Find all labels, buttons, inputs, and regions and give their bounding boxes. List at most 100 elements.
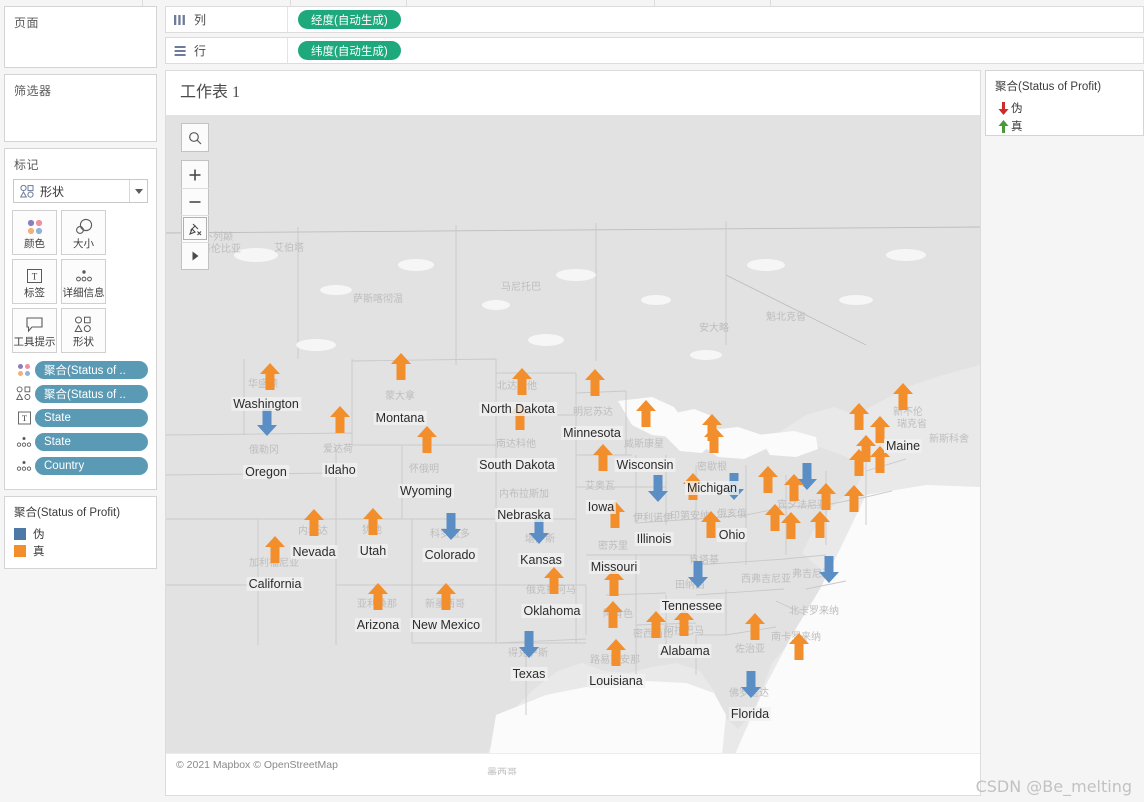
- filters-title: 筛选器: [14, 84, 52, 98]
- expand-arrow-icon[interactable]: [181, 242, 209, 269]
- mark-pill-row[interactable]: 聚合(Status of ..: [5, 359, 156, 380]
- arrow-up-icon: [995, 119, 1011, 133]
- map-region-label: 马尼托巴: [501, 282, 541, 293]
- pages-dropzone[interactable]: [5, 35, 156, 59]
- map-region-label: 威斯康星: [624, 439, 664, 450]
- columns-shelf-label: 列: [166, 7, 288, 32]
- shapes-icon: [74, 314, 93, 336]
- color-legend-item[interactable]: 伪: [5, 525, 156, 542]
- marker-arrow-up[interactable]: [435, 583, 457, 616]
- marker-arrow-up[interactable]: [635, 400, 657, 433]
- marker-arrow-up[interactable]: [264, 536, 286, 569]
- marker-arrow-up[interactable]: [848, 449, 870, 482]
- rows-shelf[interactable]: 行 纬度(自动生成): [165, 37, 1144, 64]
- marker-arrow-up[interactable]: [416, 426, 438, 459]
- map-region-label: 蒙大拿: [385, 391, 415, 402]
- mark-pill-label[interactable]: Country: [35, 456, 148, 475]
- size-button[interactable]: 大小: [61, 210, 106, 255]
- shape-button[interactable]: 形状: [61, 308, 106, 353]
- marker-arrow-up[interactable]: [848, 403, 870, 436]
- marker-arrow-up[interactable]: [259, 363, 281, 396]
- marks-title: 标记: [14, 158, 40, 172]
- filters-dropzone[interactable]: [5, 103, 156, 127]
- columns-field-pill[interactable]: 经度(自动生成): [298, 10, 401, 29]
- map-region-label: 西弗吉尼亚: [741, 574, 791, 585]
- shape-legend-item[interactable]: 伪: [986, 99, 1143, 117]
- marker-arrow-up[interactable]: [605, 639, 627, 672]
- map-state-label: Oregon: [243, 465, 289, 479]
- marker-arrow-down[interactable]: [440, 513, 462, 546]
- mark-pill-label[interactable]: 聚合(Status of ..: [35, 360, 148, 379]
- marker-arrow-up[interactable]: [511, 368, 533, 401]
- marker-arrow-up[interactable]: [744, 613, 766, 646]
- pages-card[interactable]: 页面: [4, 6, 157, 68]
- map-canvas[interactable]: 不列颠 哥伦比亚 艾伯塔 萨斯喀彻温 马尼托巴 安大略 魁北克省 新不伦 瑞克省 新斯科舍 华盛顿俄…: [166, 115, 980, 775]
- mark-pill-row[interactable]: State: [5, 431, 156, 452]
- map-state-label: New Mexico: [409, 618, 483, 632]
- marker-arrow-down[interactable]: [518, 631, 540, 664]
- tooltip-button[interactable]: 工具提示: [12, 308, 57, 353]
- marker-arrow-up[interactable]: [602, 601, 624, 634]
- filters-card[interactable]: 筛选器: [4, 74, 157, 142]
- chevron-down-icon[interactable]: [129, 180, 147, 202]
- color-button[interactable]: 颜色: [12, 210, 57, 255]
- mark-pill-label[interactable]: State: [35, 408, 148, 427]
- marks-pill-list: 聚合(Status of .. 聚合(Status of .. T State …: [5, 353, 156, 481]
- map-zoom-box: [181, 160, 209, 270]
- map-region-label: 内布拉斯加: [499, 489, 549, 500]
- marker-arrow-up[interactable]: [390, 353, 412, 386]
- marker-arrow-up[interactable]: [701, 414, 723, 447]
- marks-card: 标记 形状 颜色 大小 T 标签 详细信息 工具提示 形状 聚合(Status …: [4, 148, 157, 490]
- marker-arrow-up[interactable]: [673, 609, 695, 642]
- marker-arrow-up[interactable]: [584, 369, 606, 402]
- mark-pill-row[interactable]: T State: [5, 407, 156, 428]
- search-icon[interactable]: [181, 124, 209, 151]
- zoom-out-icon[interactable]: [181, 188, 209, 215]
- map-state-label: Wisconsin: [614, 458, 676, 472]
- color-dots-icon: [25, 216, 45, 238]
- color-legend-item[interactable]: 真: [5, 542, 156, 559]
- map-state-label: Idaho: [322, 463, 358, 477]
- marker-arrow-up[interactable]: [329, 406, 351, 439]
- map-region-label: 俄勒冈: [249, 445, 279, 456]
- marker-arrow-up[interactable]: [788, 633, 810, 666]
- marker-arrow-up[interactable]: [362, 508, 384, 541]
- marker-arrow-down[interactable]: [256, 409, 278, 442]
- columns-shelf[interactable]: 列 经度(自动生成): [165, 6, 1144, 33]
- marker-arrow-up[interactable]: [645, 611, 667, 644]
- arrow-down-icon: [995, 101, 1011, 115]
- marker-arrow-down[interactable]: [687, 561, 709, 594]
- label-button[interactable]: T 标签: [12, 259, 57, 304]
- map-state-label: Wyoming: [398, 484, 454, 498]
- marker-arrow-up[interactable]: [892, 383, 914, 416]
- map-region-label: 南达科他: [496, 439, 536, 450]
- map-state-label: Maine: [883, 439, 923, 453]
- map-region-label: 怀俄明: [409, 464, 439, 475]
- marker-arrow-up[interactable]: [843, 485, 865, 518]
- rows-field-pill[interactable]: 纬度(自动生成): [298, 41, 401, 60]
- marker-arrow-down[interactable]: [647, 475, 669, 508]
- detail-button[interactable]: 详细信息: [61, 259, 106, 304]
- size-button-label: 大小: [73, 237, 94, 250]
- shape-legend-item[interactable]: 真: [986, 117, 1143, 135]
- mark-pill-label[interactable]: 聚合(Status of ..: [35, 384, 148, 403]
- mark-pill-row[interactable]: Country: [5, 455, 156, 476]
- marker-arrow-up[interactable]: [809, 511, 831, 544]
- mark-pill-label[interactable]: State: [35, 432, 148, 451]
- mark-type-select[interactable]: 形状: [13, 179, 148, 203]
- marker-arrow-up[interactable]: [367, 583, 389, 616]
- marker-arrow-up[interactable]: [592, 444, 614, 477]
- map-state-label: Iowa: [585, 500, 617, 514]
- marker-arrow-up[interactable]: [303, 509, 325, 542]
- mark-pill-row[interactable]: 聚合(Status of ..: [5, 383, 156, 404]
- marker-arrow-down[interactable]: [740, 671, 762, 704]
- marker-arrow-up[interactable]: [780, 512, 802, 545]
- marker-arrow-down[interactable]: [818, 556, 840, 589]
- zoom-in-icon[interactable]: [181, 161, 209, 188]
- marker-arrow-up[interactable]: [757, 466, 779, 499]
- color-legend-card: 聚合(Status of Profit) 伪 真: [4, 496, 157, 569]
- marker-arrow-up[interactable]: [783, 474, 805, 507]
- marker-arrow-up[interactable]: [543, 567, 565, 600]
- reset-pin-icon[interactable]: [181, 215, 209, 242]
- map-state-label: Alabama: [658, 644, 712, 658]
